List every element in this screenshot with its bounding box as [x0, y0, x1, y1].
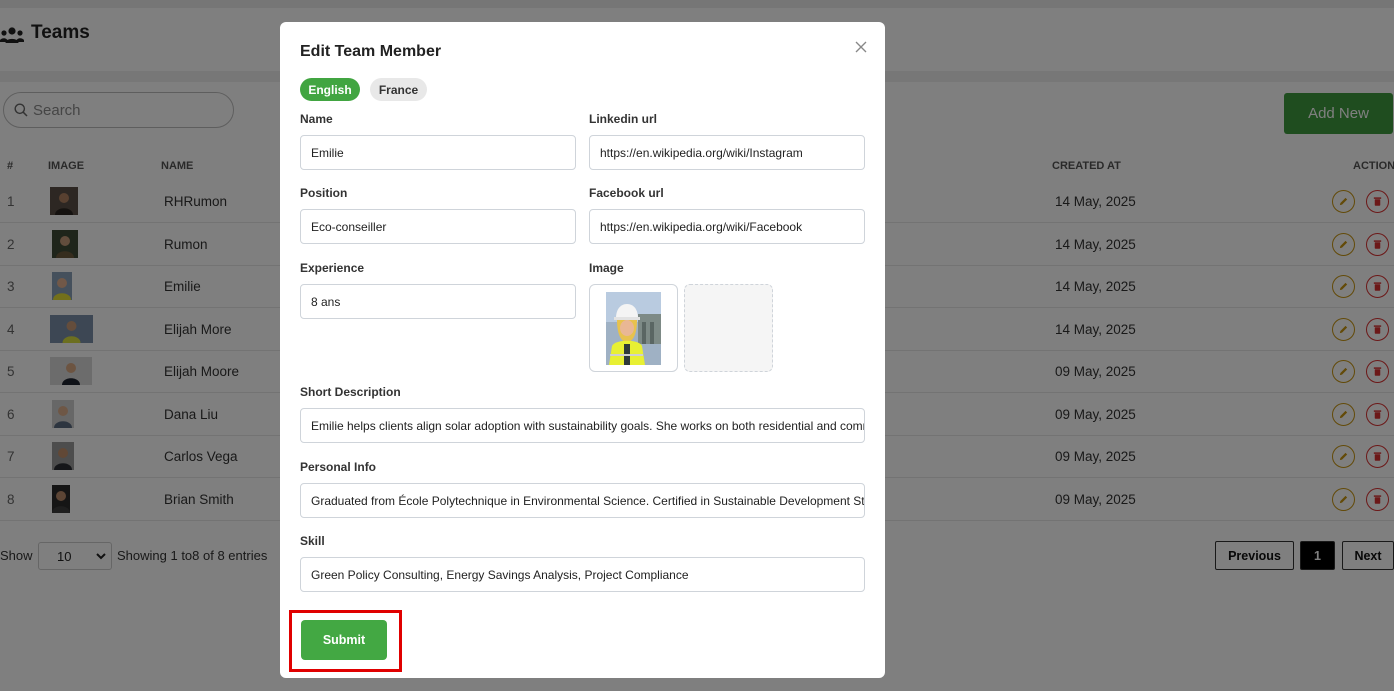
personal-info-value: Graduated from École Polytechnique in En…	[311, 494, 865, 508]
image-upload-slot[interactable]	[684, 284, 773, 372]
member-photo	[606, 292, 661, 365]
tab-english[interactable]: English	[300, 78, 360, 101]
experience-field[interactable]: 8 ans	[300, 284, 576, 319]
skill-field[interactable]: Green Policy Consulting, Energy Savings …	[300, 557, 865, 592]
personal-info-field[interactable]: Graduated from École Polytechnique in En…	[300, 483, 865, 518]
short-description-label: Short Description	[300, 385, 401, 399]
name-label: Name	[300, 112, 333, 126]
facebook-url-value: https://en.wikipedia.org/wiki/Facebook	[600, 220, 803, 234]
image-preview[interactable]	[589, 284, 678, 372]
experience-field-value: 8 ans	[311, 295, 341, 309]
position-field[interactable]: Eco-conseiller	[300, 209, 576, 244]
close-icon[interactable]	[854, 40, 868, 54]
personal-info-label: Personal Info	[300, 460, 377, 474]
position-label: Position	[300, 186, 348, 200]
experience-label: Experience	[300, 261, 365, 275]
short-description-value: Emilie helps clients align solar adoptio…	[311, 419, 864, 433]
name-field[interactable]: Emilie	[300, 135, 576, 170]
tab-france[interactable]: France	[370, 78, 427, 101]
name-field-value: Emilie	[311, 146, 344, 160]
submit-highlight-box	[289, 610, 402, 672]
linkedin-url-value: https://en.wikipedia.org/wiki/Instagram	[600, 146, 803, 160]
skill-field-value: Green Policy Consulting, Energy Savings …	[311, 568, 689, 582]
facebook-url-field[interactable]: https://en.wikipedia.org/wiki/Facebook	[589, 209, 865, 244]
image-label: Image	[589, 261, 624, 275]
edit-team-member-modal: Edit Team Member English France Name Emi…	[280, 22, 885, 678]
short-description-field[interactable]: Emilie helps clients align solar adoptio…	[300, 408, 865, 443]
linkedin-url-field[interactable]: https://en.wikipedia.org/wiki/Instagram	[589, 135, 865, 170]
modal-title: Edit Team Member	[300, 43, 442, 60]
skill-label: Skill	[300, 534, 325, 548]
linkedin-url-label: Linkedin url	[589, 112, 658, 126]
position-field-value: Eco-conseiller	[311, 220, 387, 234]
facebook-url-label: Facebook url	[589, 186, 664, 200]
